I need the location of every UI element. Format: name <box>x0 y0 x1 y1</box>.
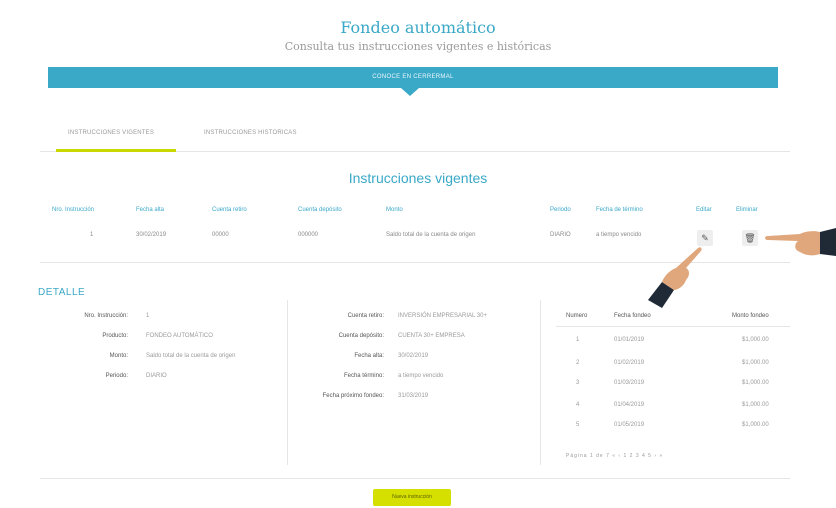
page-subtitle: Consulta tus instrucciones vigentes e hi… <box>284 40 552 53</box>
schedule-row: 01/05/2019 <box>614 422 645 428</box>
detail-label-fecha-termino: Fecha término: <box>343 373 384 379</box>
column-header: Fecha alta <box>136 207 165 213</box>
detail-value-nro: 1 <box>146 313 150 319</box>
cell-monto: Saldo total de la cuenta de origen <box>386 232 476 238</box>
hand-palm <box>765 231 820 256</box>
column-header: Cuenta depósito <box>298 207 342 213</box>
cell-fecha-termino: a tiempo vencido <box>596 232 642 238</box>
new-instruction-button[interactable]: Nueva instrucción <box>373 489 451 506</box>
detail-value-proximo-fondeo: 31/03/2019 <box>398 393 429 399</box>
pagination[interactable]: Página 1 de 7 « ‹ 1 2 3 4 5 › » <box>566 453 663 459</box>
table-header: Nro. Instrucción Fecha alta Cuenta retir… <box>40 207 790 219</box>
hand-palm <box>662 247 702 290</box>
pointing-hand-icon <box>765 228 836 256</box>
detail-label-proximo-fondeo: Fecha próximo fondeo: <box>322 393 384 399</box>
column-header: Periodo <box>550 207 571 213</box>
page-title: Fondeo automático <box>340 18 496 37</box>
column-header: Nro. Instrucción <box>52 207 95 213</box>
detail-label-cuenta-retiro: Cuenta retiro: <box>347 313 384 319</box>
schedule-row: $1,000.00 <box>742 360 769 366</box>
tab-bar: INSTRUCCIONES VIGENTES INSTRUCCIONES HIS… <box>40 124 790 152</box>
detail-label-fecha-alta: Fecha alta: <box>354 353 384 359</box>
schedule-row: $1,000.00 <box>742 380 769 386</box>
column-header: Eliminar <box>736 207 758 213</box>
active-tab-indicator <box>56 149 176 152</box>
column-divider <box>540 300 541 465</box>
column-header: Cuenta retiro <box>212 207 247 213</box>
column-divider <box>556 326 790 327</box>
detail-value-producto: FONDEO AUTOMÁTICO <box>146 333 213 339</box>
banner-arrow <box>401 88 419 96</box>
schedule-header-fecha: Fecha fondeo <box>614 313 651 319</box>
schedule-row: $1,000.00 <box>742 337 769 343</box>
schedule-row: 01/04/2019 <box>614 402 645 408</box>
cell-periodo: DIARIO <box>550 232 571 238</box>
hand-sleeve <box>820 228 836 256</box>
detail-value-cuenta-retiro: INVERSIÓN EMPRESARIAL 30+ <box>398 313 487 319</box>
detail-value-fecha-alta: 30/02/2019 <box>398 353 429 359</box>
detail-label-cuenta-deposito: Cuenta depósito: <box>338 333 384 339</box>
detail-value-cuenta-deposito: CUENTA 30+ EMPRESA <box>398 333 465 339</box>
detail-label-periodo: Periodo: <box>105 373 128 379</box>
detail-title: DETALLE <box>38 287 86 298</box>
schedule-row: 5 <box>576 422 580 428</box>
column-header: Editar <box>696 207 712 213</box>
schedule-row: $1,000.00 <box>742 402 769 408</box>
cell-cuenta-deposito: 000000 <box>298 232 319 238</box>
cell-nro: 1 <box>90 232 94 238</box>
delete-button[interactable]: 🗑 <box>742 230 758 246</box>
info-banner[interactable]: CONOCE EN CERRERMAL <box>48 67 778 88</box>
tab-instrucciones-historicas[interactable]: INSTRUCCIONES HISTORICAS <box>204 130 297 136</box>
cell-cuenta-retiro: 00000 <box>212 232 229 238</box>
schedule-row: 1 <box>576 337 580 343</box>
schedule-row: $1,000.00 <box>742 422 769 428</box>
schedule-header-monto: Monto fondeo <box>732 313 769 319</box>
schedule-row: 2 <box>576 360 580 366</box>
pointing-hand-icon <box>648 247 702 308</box>
schedule-row: 01/03/2019 <box>614 380 645 386</box>
column-divider <box>287 300 288 465</box>
detail-label-nro: Nro. Instrucción: <box>84 313 128 319</box>
trash-icon: 🗑 <box>744 233 756 243</box>
schedule-header-numero: Numero <box>566 313 588 319</box>
column-header: Fecha de término <box>596 207 643 213</box>
detail-value-monto: Saldo total de la cuenta de origen <box>146 353 236 359</box>
tab-instrucciones-vigentes[interactable]: INSTRUCCIONES VIGENTES <box>68 130 154 136</box>
schedule-row: 3 <box>576 380 580 386</box>
schedule-row: 01/02/2019 <box>614 360 645 366</box>
schedule-row: 4 <box>576 402 580 408</box>
section-title: Instrucciones vigentes <box>348 170 488 186</box>
detail-value-periodo: DIARIO <box>146 373 167 379</box>
detail-label-monto: Monto: <box>109 353 128 359</box>
schedule-row: 01/01/2019 <box>614 337 645 343</box>
column-header: Monto <box>386 207 403 213</box>
detail-value-fecha-termino: a tiempo vencido <box>398 373 444 379</box>
cell-fecha-alta: 30/02/2019 <box>136 232 167 238</box>
bottom-divider <box>40 478 790 479</box>
detail-label-producto: Producto: <box>102 333 128 339</box>
